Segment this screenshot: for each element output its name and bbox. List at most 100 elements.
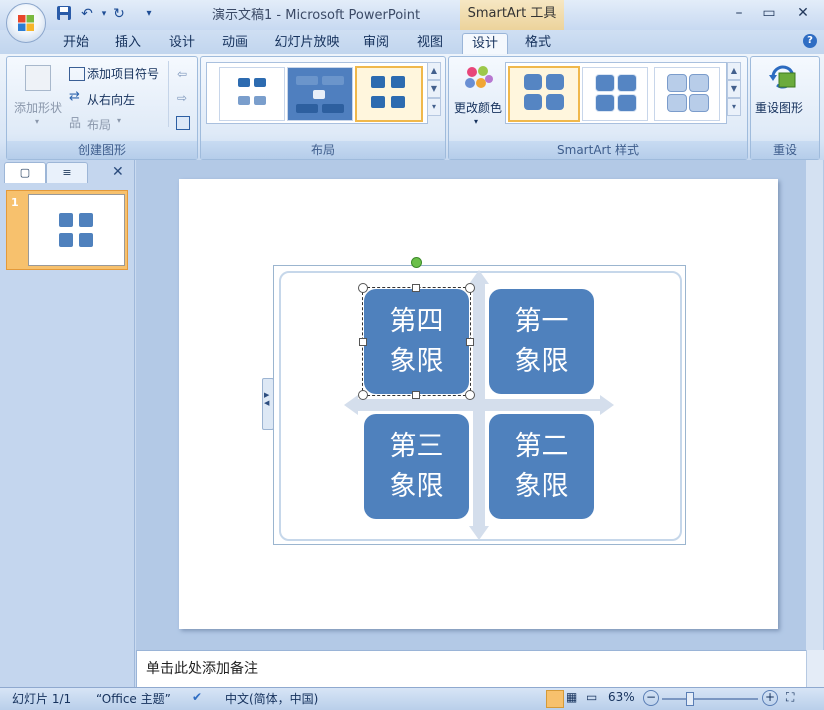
- add-shape-icon: [25, 65, 51, 91]
- layout-button[interactable]: 布局: [87, 116, 111, 133]
- resize-handle[interactable]: [359, 338, 367, 346]
- promote-icon[interactable]: ⇦: [177, 67, 187, 81]
- spellcheck-icon[interactable]: ✔: [192, 690, 202, 704]
- tab-review[interactable]: 审阅: [354, 33, 398, 53]
- change-colors-icon: [463, 65, 493, 91]
- selection-box: [362, 287, 471, 396]
- add-shape-button[interactable]: 添加形状: [14, 99, 62, 116]
- slides-tab-icon[interactable]: ▢: [4, 162, 46, 183]
- group-label-smartart-styles: SmartArt 样式: [449, 141, 747, 159]
- undo-icon[interactable]: ↶: [78, 5, 96, 23]
- add-bullet-button[interactable]: 添加项目符号: [87, 65, 159, 82]
- style-gallery-up-icon[interactable]: ▲: [727, 62, 741, 80]
- text-pane-toggle[interactable]: ▶ ◀: [262, 378, 274, 430]
- normal-view-icon[interactable]: [546, 690, 564, 708]
- style-thumb-2[interactable]: [582, 67, 648, 121]
- tab-smartart-design[interactable]: 设计: [462, 33, 508, 54]
- style-gallery-more-icon[interactable]: ▾: [727, 98, 741, 116]
- quadrant-third[interactable]: 第三象限: [364, 414, 469, 519]
- style-gallery: [505, 62, 727, 124]
- theme-name[interactable]: “Office 主题”: [96, 690, 171, 707]
- gallery-more-icon[interactable]: ▾: [427, 98, 441, 116]
- fit-to-window-icon[interactable]: ⛶: [786, 690, 794, 705]
- tab-animations[interactable]: 动画: [213, 33, 257, 53]
- close-panel-icon[interactable]: ✕: [112, 164, 124, 180]
- reset-graphic-icon: [767, 63, 799, 93]
- group-reset: 重设图形 重设: [750, 56, 820, 160]
- close-icon[interactable]: ✕: [790, 2, 816, 24]
- customize-qat-icon[interactable]: ▾: [140, 5, 158, 23]
- layout-gallery: [206, 62, 428, 124]
- zoom-slider-thumb[interactable]: [686, 692, 694, 706]
- add-shape-dropdown-icon[interactable]: ▾: [35, 117, 39, 126]
- minimize-icon[interactable]: –: [726, 2, 752, 24]
- resize-handle[interactable]: [466, 338, 474, 346]
- office-button[interactable]: [6, 3, 46, 43]
- zoom-out-icon[interactable]: −: [643, 690, 659, 706]
- slide-sorter-icon[interactable]: ▦: [566, 690, 577, 704]
- notes-placeholder[interactable]: 单击此处添加备注: [146, 658, 258, 678]
- slide-number: 1: [11, 196, 19, 209]
- vertical-scrollbar[interactable]: [806, 160, 823, 650]
- window-title: 演示文稿1 - Microsoft PowerPoint: [212, 8, 421, 23]
- group-create-graphic: 添加形状 ▾ 添加项目符号 ⇄ 从右向左 品 布局 ▾ ⇦ ⇨ 创建图形: [6, 56, 198, 160]
- save-icon[interactable]: [55, 5, 73, 23]
- resize-handle[interactable]: [465, 283, 475, 293]
- demote-icon[interactable]: ⇨: [177, 91, 187, 105]
- right-to-left-button[interactable]: 从右向左: [87, 91, 135, 108]
- change-colors-dropdown-icon[interactable]: ▾: [474, 117, 478, 126]
- layout-thumb-2[interactable]: [287, 67, 353, 121]
- resize-handle[interactable]: [412, 391, 420, 399]
- style-gallery-down-icon[interactable]: ▼: [727, 80, 741, 98]
- group-smartart-styles: 更改颜色 ▾ ▲ ▼ ▾ SmartArt 样式: [448, 56, 748, 160]
- panel-tabs: ▢ ≡ ✕: [2, 162, 132, 184]
- gallery-down-icon[interactable]: ▼: [427, 80, 441, 98]
- layout-thumb-3-selected[interactable]: [355, 66, 423, 122]
- notes-scrollbar[interactable]: [806, 650, 824, 688]
- style-thumb-3[interactable]: [654, 67, 720, 121]
- resize-handle[interactable]: [412, 284, 420, 292]
- redo-icon[interactable]: ↻: [110, 5, 128, 23]
- group-label-create-graphic: 创建图形: [7, 141, 197, 159]
- layout-icon: 品: [69, 116, 82, 130]
- zoom-in-icon[interactable]: +: [762, 690, 778, 706]
- resize-handle[interactable]: [465, 390, 475, 400]
- outline-tab-icon[interactable]: ≡: [46, 162, 88, 183]
- language-indicator[interactable]: 中文(简体，中国): [225, 690, 318, 707]
- smartart-tools-label: SmartArt 工具: [460, 0, 564, 30]
- slide-thumbnail[interactable]: [28, 194, 125, 266]
- separator: [168, 61, 169, 127]
- slideshow-view-icon[interactable]: ▭: [586, 690, 597, 704]
- slide-thumbnail-selected[interactable]: [6, 190, 128, 270]
- tab-home[interactable]: 开始: [54, 33, 98, 53]
- tab-insert[interactable]: 插入: [106, 33, 150, 53]
- resize-handle[interactable]: [358, 390, 368, 400]
- group-layouts: ▲ ▼ ▾ 布局: [200, 56, 446, 160]
- group-label-reset: 重设: [751, 141, 819, 159]
- tab-view[interactable]: 视图: [408, 33, 452, 53]
- reset-graphic-button[interactable]: 重设图形: [755, 99, 803, 116]
- zoom-level[interactable]: 63%: [608, 690, 635, 704]
- resize-handle[interactable]: [358, 283, 368, 293]
- quadrant-second[interactable]: 第二象限: [489, 414, 594, 519]
- quadrant-first[interactable]: 第一象限: [489, 289, 594, 394]
- zoom-slider[interactable]: [662, 698, 758, 700]
- slide-info: 幻灯片 1/1: [12, 692, 72, 706]
- bullet-icon: [69, 67, 85, 81]
- help-icon[interactable]: ?: [803, 34, 817, 48]
- layout-gallery-scroll: ▲ ▼ ▾: [427, 62, 441, 116]
- layout-thumb-1[interactable]: [219, 67, 285, 121]
- right-to-left-icon: ⇄: [69, 89, 80, 104]
- tab-design[interactable]: 设计: [160, 33, 204, 53]
- change-colors-button[interactable]: 更改颜色: [454, 99, 502, 116]
- tab-smartart-format[interactable]: 格式: [516, 33, 560, 53]
- maximize-icon[interactable]: ▭: [756, 2, 782, 24]
- gallery-up-icon[interactable]: ▲: [427, 62, 441, 80]
- style-thumb-1-selected[interactable]: [508, 66, 580, 122]
- tab-slideshow[interactable]: 幻灯片放映: [270, 33, 344, 53]
- rotate-handle[interactable]: [411, 257, 422, 268]
- text-pane-icon[interactable]: [176, 116, 190, 130]
- group-label-layouts: 布局: [201, 141, 445, 159]
- office-logo-icon: [18, 15, 34, 31]
- layout-dropdown-icon[interactable]: ▾: [117, 116, 121, 125]
